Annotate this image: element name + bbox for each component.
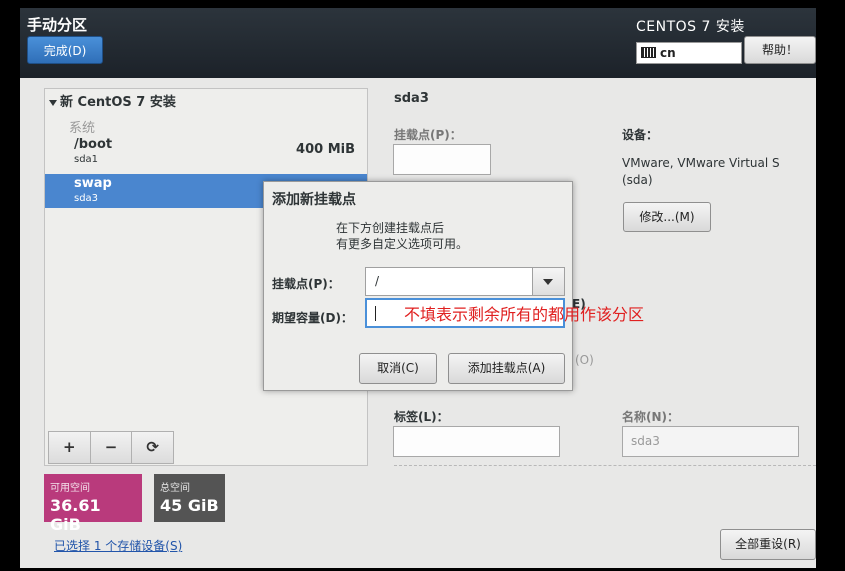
capacity-label: 期望容量(D)： — [272, 311, 353, 325]
add-partition-button[interactable]: + — [49, 432, 91, 463]
section-label-system: 系统 — [69, 121, 96, 136]
keyboard-icon — [641, 47, 656, 58]
add-mount-point-dialog: 添加新挂载点 在下方创建挂载点后 有更多自定义选项可用。 挂载点(P)： / 期… — [263, 181, 573, 391]
refresh-icon[interactable]: ⟳ — [132, 432, 173, 463]
dialog-desc-line2: 有更多自定义选项可用。 — [336, 237, 469, 251]
modify-button[interactable]: 修改...(M) — [623, 202, 711, 232]
keyboard-layout-label: cn — [660, 46, 676, 60]
add-mount-point-button[interactable]: 添加挂载点(A) — [448, 353, 565, 384]
dropdown-button[interactable] — [532, 268, 564, 295]
reset-all-button[interactable]: 全部重设(R) — [720, 529, 816, 560]
keyboard-layout-indicator[interactable]: cn — [636, 42, 742, 64]
partition-detail-title: sda3 — [394, 91, 429, 106]
header-bar: 手动分区 完成(D) CENTOS 7 安装 cn 帮助！ — [20, 8, 816, 78]
partition-device: sda1 — [74, 154, 99, 165]
partition-mount: swap — [74, 176, 112, 191]
total-space-label: 总空间 — [160, 483, 190, 494]
available-space-box: 可用空间 36.61 GiB — [44, 474, 142, 534]
mount-point-label: 挂载点(P)： — [394, 128, 462, 142]
tag-field[interactable] — [393, 426, 560, 457]
dialog-description: 在下方创建挂载点后 有更多自定义选项可用。 — [336, 220, 468, 252]
mount-point-field[interactable] — [393, 144, 491, 175]
tag-label: 标签(L)： — [394, 410, 449, 424]
dialog-desc-line1: 在下方创建挂载点后 — [336, 221, 445, 235]
mount-point-combo[interactable]: / — [365, 267, 565, 296]
partial-label-o: (O) — [575, 353, 594, 367]
divider — [394, 465, 816, 466]
available-space-value: 36.61 GiB — [50, 496, 101, 534]
annotation-text: 不填表示剩余所有的都用作该分区 — [404, 305, 645, 324]
name-label: 名称(N)： — [622, 410, 680, 424]
tree-root-label: 新 CentOS 7 安装 — [60, 95, 176, 110]
done-button[interactable]: 完成(D) — [27, 36, 103, 64]
partition-mount: /boot — [74, 137, 113, 152]
remove-partition-button[interactable]: − — [91, 432, 133, 463]
selected-devices-link[interactable]: 已选择 1 个存储设备(S) — [54, 537, 182, 554]
cancel-button[interactable]: 取消(C) — [359, 353, 437, 384]
help-button[interactable]: 帮助！ — [744, 36, 816, 64]
expand-arrow-icon[interactable] — [49, 99, 57, 106]
text-caret — [375, 306, 376, 321]
total-space-box: 总空间 45 GiB — [154, 474, 225, 522]
page-title: 手动分区 — [27, 16, 88, 34]
partition-toolbar: + − ⟳ — [48, 431, 174, 464]
partition-row-boot[interactable]: /boot sda1 400 MiB — [45, 135, 367, 169]
mount-point-value: / — [375, 274, 380, 288]
device-value-line1: VMware, VMware Virtual S — [622, 156, 780, 170]
product-title: CENTOS 7 安装 — [636, 19, 745, 35]
name-field[interactable]: sda3 — [622, 426, 799, 457]
partition-device: sda3 — [74, 193, 99, 204]
device-label: 设备： — [622, 128, 659, 142]
mount-point-dialog-label: 挂载点(P)： — [272, 277, 340, 291]
device-value-line2: (sda) — [622, 173, 653, 187]
partition-size: 400 MiB — [296, 142, 355, 157]
available-space-label: 可用空间 — [50, 483, 90, 494]
tree-root[interactable]: 新 CentOS 7 安装 — [49, 91, 176, 110]
total-space-value: 45 GiB — [160, 496, 219, 515]
chevron-down-icon — [543, 279, 553, 285]
dialog-title: 添加新挂载点 — [272, 192, 356, 208]
